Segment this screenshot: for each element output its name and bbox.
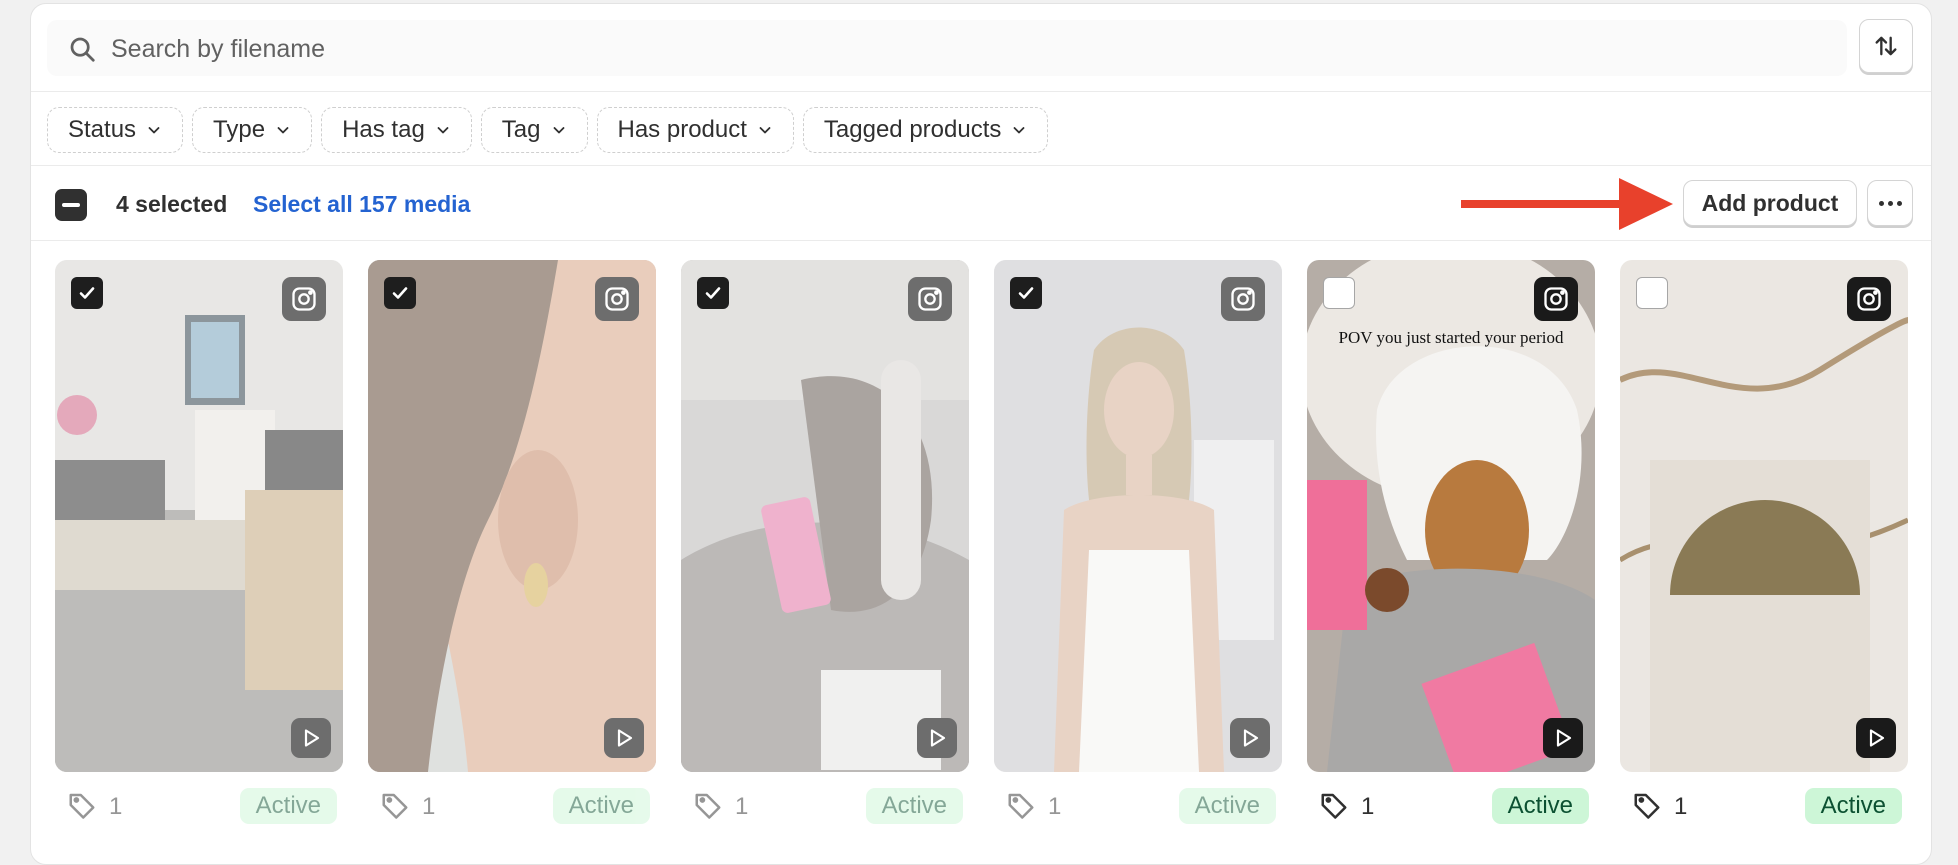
media-checkbox[interactable] bbox=[1636, 277, 1668, 309]
filter-label: Tag bbox=[501, 116, 541, 143]
filter-row: Status Type Has tag Tag Has product Tagg… bbox=[31, 92, 1931, 166]
chevron-down-icon bbox=[759, 127, 771, 134]
chevron-down-icon bbox=[277, 127, 289, 134]
chevron-down-icon bbox=[1013, 127, 1025, 134]
selected-count: 4 selected bbox=[116, 191, 228, 217]
filter-list: Status Type Has tag Tag Has product Tagg… bbox=[47, 107, 1049, 153]
tag-icon bbox=[1634, 793, 1660, 819]
more-dot bbox=[1896, 200, 1902, 206]
media-footer: 1 Active bbox=[1307, 788, 1595, 824]
tag-icon bbox=[1008, 793, 1034, 819]
filter-has-product[interactable]: Has product bbox=[596, 107, 794, 153]
status-badge: Active bbox=[1491, 788, 1589, 824]
media-tile[interactable] bbox=[55, 260, 343, 772]
tag-icon bbox=[1321, 793, 1347, 819]
sort-button[interactable] bbox=[1859, 19, 1913, 73]
instagram-icon bbox=[908, 277, 952, 321]
more-horizontal-icon bbox=[1878, 200, 1884, 206]
media-footer: 1 Active bbox=[55, 788, 343, 824]
chevron-down-icon bbox=[148, 127, 160, 134]
media-thumbnail bbox=[1620, 260, 1908, 772]
media-checkbox[interactable] bbox=[384, 277, 416, 309]
filter-label: Status bbox=[68, 116, 137, 143]
instagram-icon bbox=[595, 277, 639, 321]
status-badge: Active bbox=[552, 788, 650, 824]
overlay-caption: POV you just started your period bbox=[1338, 328, 1564, 347]
filter-status[interactable]: Status bbox=[47, 107, 184, 153]
selected-overlay bbox=[55, 260, 343, 772]
tag-count: 1 bbox=[422, 793, 436, 820]
play-icon bbox=[917, 718, 957, 758]
tag-icon bbox=[382, 793, 408, 819]
checkmark-icon bbox=[392, 287, 408, 299]
media-footer: 1 Active bbox=[368, 788, 656, 824]
play-icon bbox=[291, 718, 331, 758]
media-footer: 1 Active bbox=[681, 788, 969, 824]
media-tile[interactable] bbox=[994, 260, 1282, 772]
media-checkbox[interactable] bbox=[71, 277, 103, 309]
media-tile[interactable] bbox=[1620, 260, 1908, 772]
status-badge: Active bbox=[1804, 788, 1902, 824]
annotation-arrow-icon bbox=[1461, 178, 1673, 230]
more-actions-button[interactable] bbox=[1867, 180, 1913, 226]
filter-label: Has tag bbox=[342, 116, 425, 143]
checkmark-icon bbox=[705, 287, 721, 299]
tag-icon bbox=[695, 793, 721, 819]
selected-overlay bbox=[368, 260, 656, 772]
status-badge: Active bbox=[1178, 788, 1276, 824]
search-bar-row bbox=[31, 4, 1931, 92]
tag-count: 1 bbox=[1048, 793, 1062, 820]
checkmark-icon bbox=[1018, 287, 1034, 299]
filter-label: Has product bbox=[617, 116, 747, 143]
media-tile[interactable] bbox=[368, 260, 656, 772]
instagram-icon bbox=[1534, 277, 1578, 321]
tag-count: 1 bbox=[1674, 793, 1688, 820]
instagram-icon bbox=[282, 277, 326, 321]
play-icon bbox=[1230, 718, 1270, 758]
search-icon bbox=[70, 37, 95, 62]
media-checkbox[interactable] bbox=[1010, 277, 1042, 309]
instagram-icon bbox=[1847, 277, 1891, 321]
instagram-icon bbox=[1221, 277, 1265, 321]
filter-has-tag[interactable]: Has tag bbox=[321, 107, 472, 153]
filter-tag[interactable]: Tag bbox=[480, 107, 588, 153]
status-badge: Active bbox=[865, 788, 963, 824]
tag-icon bbox=[69, 793, 95, 819]
bulk-actions-row: 4 selected Select all 157 media Add prod… bbox=[31, 166, 1931, 241]
chevron-down-icon bbox=[553, 127, 564, 134]
media-checkbox[interactable] bbox=[697, 277, 729, 309]
status-badge: Active bbox=[239, 788, 337, 824]
more-dot bbox=[1887, 200, 1893, 206]
media-tile[interactable] bbox=[681, 260, 969, 772]
filter-label: Type bbox=[213, 116, 266, 143]
play-icon bbox=[1856, 718, 1896, 758]
checkmark-icon bbox=[79, 287, 95, 299]
tag-count: 1 bbox=[109, 793, 123, 820]
media-tile[interactable]: POV you just started your period bbox=[1307, 260, 1595, 772]
tag-count: 1 bbox=[1361, 793, 1375, 820]
tag-count: 1 bbox=[735, 793, 749, 820]
filter-label: Tagged products bbox=[823, 116, 1002, 143]
add-product-button[interactable]: Add product bbox=[1683, 180, 1857, 226]
sort-arrows-icon bbox=[1875, 36, 1897, 56]
play-icon bbox=[604, 718, 644, 758]
selected-overlay bbox=[994, 260, 1282, 772]
media-footer: 1 Active bbox=[994, 788, 1282, 824]
media-checkbox[interactable] bbox=[1323, 277, 1355, 309]
selected-overlay bbox=[681, 260, 969, 772]
media-footer: 1 Active bbox=[1620, 788, 1908, 824]
filter-type[interactable]: Type bbox=[192, 107, 313, 153]
chevron-down-icon bbox=[437, 127, 449, 134]
select-all-link[interactable]: Select all 157 media bbox=[253, 191, 470, 218]
search-input[interactable] bbox=[109, 22, 1813, 76]
select-all-checkbox[interactable] bbox=[55, 189, 87, 221]
play-icon bbox=[1543, 718, 1583, 758]
filter-tagged-products[interactable]: Tagged products bbox=[802, 107, 1049, 153]
